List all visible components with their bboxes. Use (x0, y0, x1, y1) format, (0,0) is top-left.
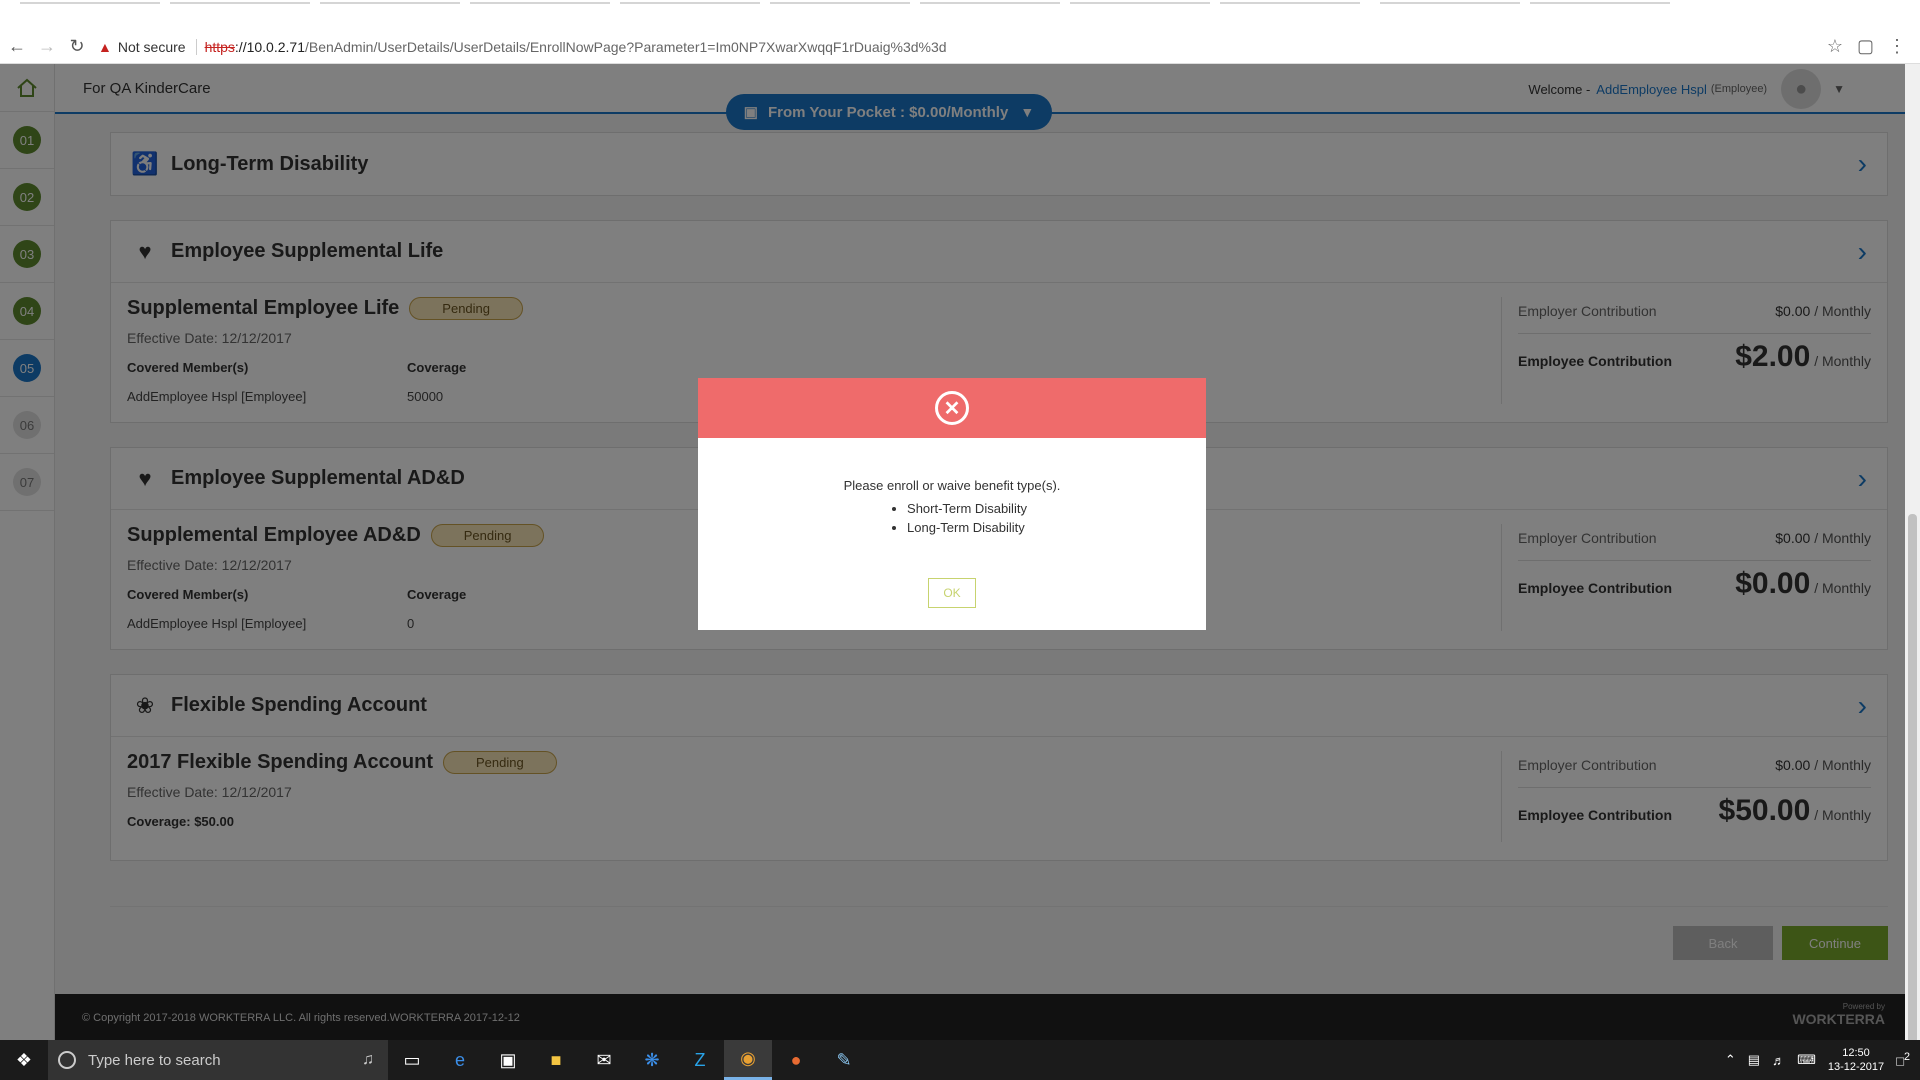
error-dialog: ✕ Please enroll or waive benefit type(s)… (698, 378, 1206, 630)
missing-benefits-list: Short-Term Disability Long-Term Disabili… (907, 497, 1027, 539)
browser-tab[interactable] (20, 0, 160, 4)
scrollbar-thumb[interactable] (1908, 514, 1917, 1054)
volume-icon[interactable]: ♬ (1772, 1053, 1785, 1068)
chrome-icon[interactable]: ◉ (724, 1040, 772, 1080)
url-path: /BenAdmin/UserDetails/UserDetails/Enroll… (304, 38, 947, 55)
not-secure-label: Not secure (117, 38, 186, 55)
browser-tab[interactable] (1220, 0, 1360, 4)
list-item: Short-Term Disability (907, 501, 1027, 516)
browser-tab[interactable] (470, 0, 610, 4)
list-item: Long-Term Disability (907, 520, 1027, 535)
browser-tab[interactable] (620, 0, 760, 4)
divider (195, 38, 197, 55)
notification-count: 2 (1903, 1051, 1910, 1064)
z-app-icon[interactable]: Z (676, 1040, 724, 1080)
browser-tab-strip (0, 0, 1920, 30)
mail-icon[interactable]: ✉ (580, 1040, 628, 1080)
clock[interactable]: 12:50 13-12-2017 (1828, 1046, 1884, 1074)
notepad-icon[interactable]: ✎ (820, 1040, 868, 1080)
browser-app-icon[interactable]: ❋ (628, 1040, 676, 1080)
file-explorer-icon[interactable]: ■ (532, 1040, 580, 1080)
url-host: ://10.0.2.71 (234, 38, 305, 55)
reload-icon[interactable]: ↻ (64, 34, 90, 60)
edge-icon[interactable]: e (436, 1040, 484, 1080)
address-bar: ← → ↻ ▲ Not secure https ://10.0.2.71 /B… (0, 30, 1920, 64)
warning-icon: ▲ (98, 38, 112, 55)
forward-arrow-icon[interactable]: → (34, 34, 60, 60)
store-icon[interactable]: ▣ (484, 1040, 532, 1080)
system-tray: ⌃ ▤ ♬ ⌨ 12:50 13-12-2017 □2 (1725, 1046, 1910, 1074)
network-icon[interactable]: ▤ (1748, 1052, 1760, 1068)
notification-icon[interactable]: □2 (1896, 1051, 1910, 1068)
windows-start-icon[interactable]: ❖ (0, 1040, 48, 1080)
clock-date: 13-12-2017 (1827, 1061, 1885, 1073)
cortana-icon (58, 1051, 76, 1069)
browser-tab[interactable] (1380, 0, 1520, 4)
url-scheme: https (204, 38, 235, 55)
firefox-icon[interactable]: ● (772, 1040, 820, 1080)
ok-button[interactable]: OK (928, 578, 976, 608)
menu-dots-icon[interactable]: ⋮ (1888, 36, 1906, 57)
scrollbar[interactable] (1905, 64, 1920, 1056)
keyboard-icon[interactable]: ⌨ (1797, 1052, 1816, 1068)
dialog-header: ✕ (698, 378, 1206, 438)
url-field[interactable]: ▲ Not secure https ://10.0.2.71 /BenAdmi… (98, 34, 1827, 60)
browser-tab[interactable] (1530, 0, 1670, 4)
browser-tab[interactable] (1070, 0, 1210, 4)
star-icon[interactable]: ☆ (1827, 36, 1843, 57)
error-x-icon: ✕ (935, 391, 969, 425)
clock-time: 12:50 (1842, 1047, 1870, 1059)
back-arrow-icon[interactable]: ← (4, 34, 30, 60)
taskbar-search[interactable]: Type here to search ♫ (48, 1040, 388, 1080)
dialog-message: Please enroll or waive benefit type(s). (843, 478, 1061, 493)
browser-tab[interactable] (770, 0, 910, 4)
extension-icon[interactable]: ▢ (1857, 36, 1874, 57)
windows-taskbar: ❖ Type here to search ♫ ▭ e ▣ ■ ✉ ❋ Z ◉ … (0, 1040, 1920, 1080)
browser-tab[interactable] (920, 0, 1060, 4)
microphone-icon[interactable]: ♫ (362, 1051, 374, 1069)
search-placeholder: Type here to search (88, 1051, 221, 1069)
chevron-up-icon[interactable]: ⌃ (1725, 1052, 1736, 1068)
task-view-icon[interactable]: ▭ (388, 1040, 436, 1080)
browser-tab[interactable] (320, 0, 460, 4)
browser-tab[interactable] (170, 0, 310, 4)
